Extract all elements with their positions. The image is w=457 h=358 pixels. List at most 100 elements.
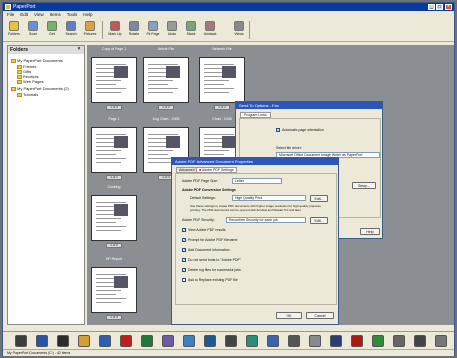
toolbar-button-get[interactable]: Get: [44, 20, 60, 40]
edit-icon[interactable]: [183, 335, 195, 347]
pdf-option-checkbox[interactable]: ✔ Do not send fonts to "Adobe PDF": [182, 258, 241, 262]
toolbar-button-stack[interactable]: Stack: [183, 20, 199, 40]
close-pane-icon[interactable]: ×: [76, 47, 82, 53]
minimize-icon[interactable]: _: [428, 4, 435, 10]
setup-button[interactable]: Setup...: [352, 182, 376, 189]
checkbox-mark: ✔: [182, 248, 186, 252]
menu-item-items[interactable]: Items: [50, 11, 61, 18]
toolbar-button-fit-page[interactable]: Fit Page: [145, 20, 161, 40]
menu-item-tools[interactable]: Tools: [67, 11, 78, 18]
word-icon[interactable]: [99, 335, 111, 347]
thumbnail-label: Network File: [212, 47, 232, 51]
pdf-option-checkbox[interactable]: ✔ View Adobe PDF results: [182, 228, 226, 232]
image-block: [114, 136, 128, 148]
auto-orientation-checkbox[interactable]: ✔ Automatic page orientation: [276, 128, 324, 132]
pictures-icon: [85, 21, 95, 31]
text-line: [96, 134, 126, 135]
menu-item-file[interactable]: File: [7, 11, 14, 18]
folder-label: My PaperPort Documents: [17, 58, 63, 63]
gear-icon[interactable]: [435, 335, 447, 347]
ocr-icon[interactable]: [204, 335, 216, 347]
edit-settings-button[interactable]: Edit...: [310, 195, 328, 202]
image-icon[interactable]: [162, 335, 174, 347]
pdf-option-checkbox[interactable]: ✔ Add Document Information: [182, 248, 230, 252]
toolbar-label: Views: [234, 32, 244, 36]
page-count-badge[interactable]: 1 of 3: [106, 105, 122, 110]
folder-item[interactable]: My PaperPort Documents: [11, 58, 63, 63]
text-line: [96, 162, 121, 163]
page-count-badge[interactable]: 1 of 2: [106, 243, 122, 248]
page-count-badge[interactable]: 1 of 1: [214, 105, 230, 110]
unstack-icon: [205, 21, 215, 31]
checkbox-mark: ✔: [182, 238, 186, 242]
document-thumbnail[interactable]: Cooking 1 of 2: [91, 185, 137, 248]
camera-icon[interactable]: [57, 335, 69, 347]
text-icon[interactable]: [225, 335, 237, 347]
document-thumbnail[interactable]: Page 1 1 of 1: [91, 117, 137, 180]
views-icon: [234, 21, 244, 31]
page-count-badge[interactable]: 1 of 1: [106, 175, 122, 180]
pdf-option-checkbox[interactable]: ✔ Delete log files for successful jobs: [182, 268, 241, 272]
recycle-icon[interactable]: [372, 335, 384, 347]
photoshop-icon[interactable]: [330, 335, 342, 347]
text-line: [204, 64, 234, 65]
page-size-select[interactable]: Letter: [232, 178, 282, 184]
text-line: [148, 142, 168, 143]
toolbar-button-search[interactable]: Search: [63, 20, 79, 40]
mail-icon[interactable]: [267, 335, 279, 347]
fax-icon[interactable]: [288, 335, 300, 347]
text-line: [148, 92, 173, 93]
globe-icon[interactable]: [246, 335, 258, 347]
text-line: [96, 202, 126, 203]
default-settings-select[interactable]: High Quality Print: [232, 195, 306, 201]
toolbar-label: Search: [65, 32, 77, 36]
excel-icon[interactable]: [141, 335, 153, 347]
text-line: [96, 222, 116, 223]
page-preview: [91, 267, 137, 313]
security-select[interactable]: Reconfirm Security for each job: [226, 217, 306, 223]
document-thumbnail[interactable]: Article File 1 of 2: [143, 47, 189, 110]
document-thumbnail[interactable]: Copy of Page 1 1 of 3: [91, 47, 137, 110]
toolbar-button-mark-up[interactable]: Mark Up: [107, 20, 123, 40]
folder-icon: [17, 64, 22, 69]
cd-icon[interactable]: [309, 335, 321, 347]
document-thumbnail[interactable]: HP Report 1 of 3: [91, 257, 137, 320]
scanner-icon[interactable]: [393, 335, 405, 347]
page-count-badge[interactable]: 1 of 2: [158, 105, 174, 110]
pdf-icon[interactable]: [351, 335, 363, 347]
text-line: [204, 72, 224, 73]
menu-item-edit[interactable]: Edit: [20, 11, 28, 18]
toolbar-button-unstack[interactable]: Unstack: [202, 20, 218, 40]
toolbar-button-rotate[interactable]: Rotate: [126, 20, 142, 40]
edit-security-button[interactable]: Edit...: [310, 217, 328, 224]
pdf-option-checkbox[interactable]: Ask to Replace existing PDF file: [182, 278, 238, 282]
checkbox-mark: ✔: [182, 228, 186, 232]
photo-icon[interactable]: [78, 335, 90, 347]
printer-icon[interactable]: [15, 335, 27, 347]
text-line: [204, 84, 224, 85]
folder-item[interactable]: My PaperPort Documents (2): [11, 86, 69, 91]
ok-button[interactable]: OK: [276, 312, 302, 319]
help-button[interactable]: Help: [360, 228, 380, 235]
folder-item[interactable]: Web Pages: [17, 79, 44, 84]
close-icon[interactable]: ×: [445, 4, 452, 10]
toolbar-button-undo[interactable]: Undo: [164, 20, 180, 40]
text-line: [148, 88, 178, 89]
toolbar-button-pictures[interactable]: Pictures: [82, 20, 98, 40]
pen-icon[interactable]: [36, 335, 48, 347]
pdf-option-checkbox[interactable]: ✔ Prompt for Adobe PDF filename: [182, 238, 237, 242]
page-count-badge[interactable]: 1 of 3: [106, 315, 122, 320]
checkbox-label: Prompt for Adobe PDF filename: [188, 238, 238, 242]
folder-item[interactable]: Tutorials: [17, 92, 38, 97]
menu-item-help[interactable]: Help: [83, 11, 92, 18]
acrobat-icon[interactable]: [120, 335, 132, 347]
maximize-icon[interactable]: □: [436, 4, 443, 10]
menu-item-view[interactable]: View: [34, 11, 44, 18]
printer2-icon[interactable]: [414, 335, 426, 347]
toolbar-button-folders[interactable]: Folders: [6, 20, 22, 40]
toolbar-button-scan[interactable]: Scan: [25, 20, 41, 40]
toolbar-button-views[interactable]: Views: [231, 20, 247, 40]
thumbnail-label: Copy of Page 1: [101, 47, 127, 51]
search-icon: [66, 21, 76, 31]
cancel-button[interactable]: Cancel: [306, 312, 334, 319]
